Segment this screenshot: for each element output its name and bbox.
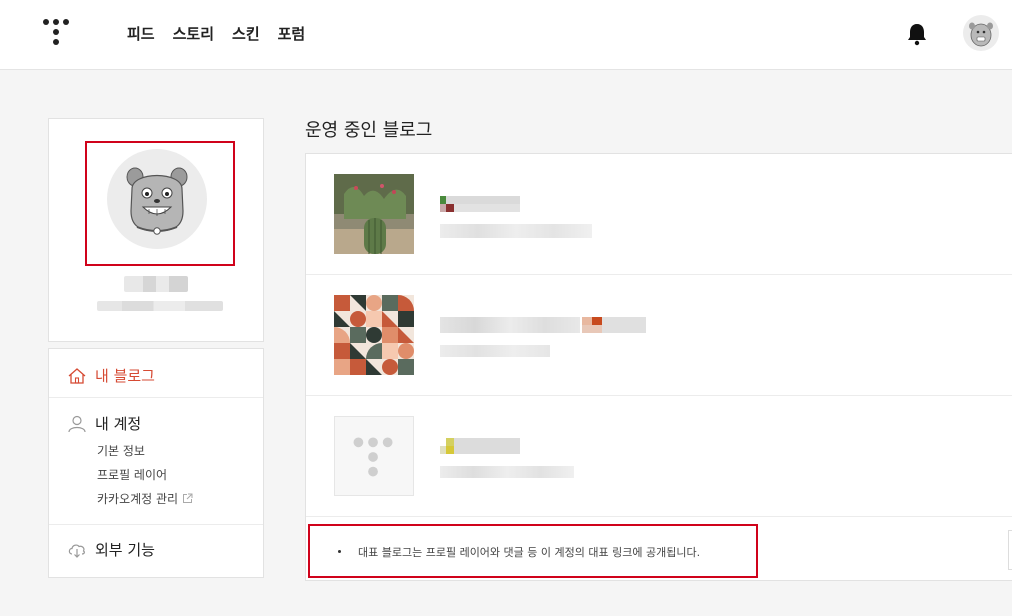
menu-my-blog-label: 내 블로그 [95, 367, 155, 385]
menu-my-blog[interactable]: 내 블로그 [67, 365, 155, 386]
redacted-pixel [446, 196, 520, 204]
profile-avatar[interactable] [107, 149, 207, 249]
partial-button[interactable] [1008, 530, 1012, 570]
top-header: 피드 스토리 스킨 포럼 [0, 0, 1012, 70]
menu-divider [49, 524, 263, 525]
blog-list-item[interactable] [306, 275, 1012, 396]
tistory-logo-icon[interactable] [42, 18, 70, 48]
nav-skin[interactable]: 스킨 [232, 23, 260, 44]
nav-story[interactable]: 스토리 [173, 23, 214, 44]
menu-external-features-label: 외부 기능 [95, 541, 155, 559]
menu-my-account-label: 내 계정 [95, 415, 142, 433]
main-nav: 피드 스토리 스킨 포럼 [127, 23, 305, 44]
page-title: 운영 중인 블로그 [305, 120, 433, 141]
bullet-icon [338, 550, 341, 553]
profile-avatar-highlight [85, 141, 235, 266]
profile-email-redacted [97, 301, 223, 311]
redacted-pixel [446, 446, 454, 454]
redacted-pixel [446, 204, 454, 212]
notice-text: 대표 블로그는 프로필 레이어와 댓글 등 이 계정의 대표 링크에 공개됩니다… [358, 546, 701, 559]
side-menu: 내 블로그 내 계정 기본 정보 프로필 레이어 카카오계정 관리 외부 기능 [48, 348, 264, 578]
menu-my-account[interactable]: 내 계정 [67, 413, 141, 434]
profile-name-redacted [124, 276, 188, 292]
redacted-pixel [582, 325, 602, 333]
blog-thumbnail-cactus [334, 174, 414, 254]
redacted-pixel [592, 317, 602, 325]
menu-external-features[interactable]: 외부 기능 [67, 539, 155, 560]
menu-kakao-account-label: 카카오계정 관리 [97, 492, 179, 506]
home-icon [68, 367, 86, 384]
notice-highlight: 대표 블로그는 프로필 레이어와 댓글 등 이 계정의 대표 링크에 공개됩니다… [308, 524, 758, 578]
nav-forum[interactable]: 포럼 [278, 23, 306, 44]
menu-kakao-account[interactable]: 카카오계정 관리 [97, 490, 193, 507]
menu-divider [49, 397, 263, 398]
external-link-icon [183, 493, 193, 503]
blog-thumbnail-pattern [334, 295, 414, 375]
blog-list-item[interactable] [306, 154, 1012, 275]
redacted-url [440, 466, 574, 478]
redacted-pixel [454, 438, 520, 454]
bell-icon[interactable] [906, 22, 928, 46]
redacted-pixel [446, 438, 454, 446]
blog-list-item[interactable] [306, 396, 1012, 517]
avatar-icon[interactable] [963, 15, 999, 51]
menu-basic-info[interactable]: 기본 정보 [97, 442, 145, 459]
redacted-pixel [440, 446, 446, 454]
blog-thumbnail-default [334, 416, 414, 496]
redacted-pixel [582, 317, 592, 325]
blog-list-panel: 대표 블로그는 프로필 레이어와 댓글 등 이 계정의 대표 링크에 공개됩니다… [305, 153, 1012, 581]
redacted-pixel [454, 204, 520, 212]
redacted-url [440, 345, 550, 357]
cloud-download-icon [68, 544, 85, 558]
redacted-title [440, 317, 580, 333]
user-icon [68, 415, 86, 432]
menu-profile-layer[interactable]: 프로필 레이어 [97, 466, 167, 483]
profile-card [48, 118, 264, 342]
redacted-url [440, 224, 592, 238]
redacted-pixel [602, 317, 646, 333]
nav-feed[interactable]: 피드 [127, 23, 155, 44]
